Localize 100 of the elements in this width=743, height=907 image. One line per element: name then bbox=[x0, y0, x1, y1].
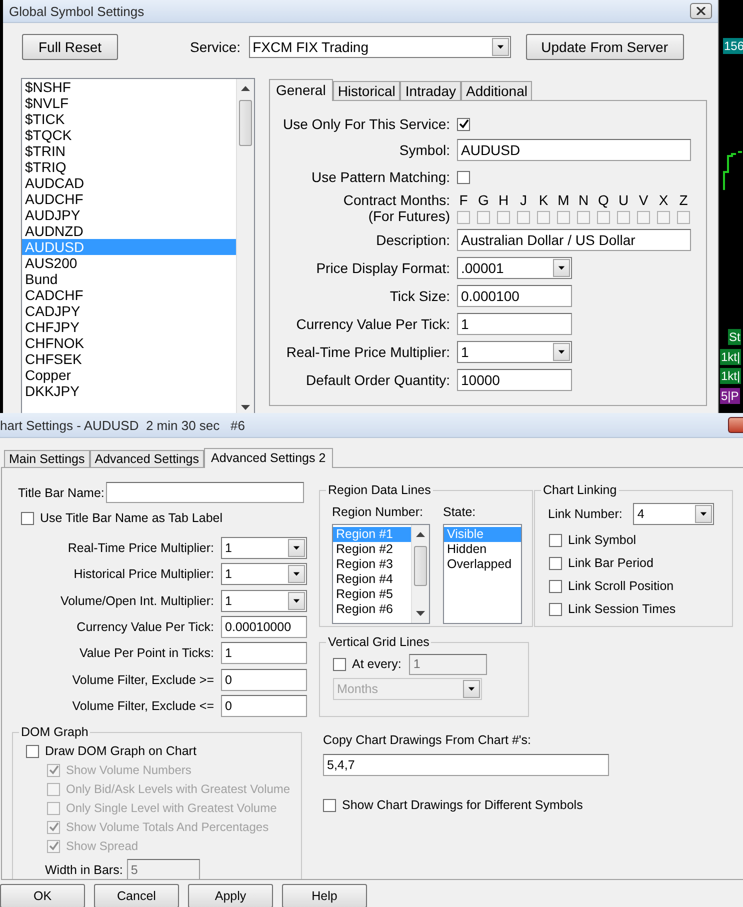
symbol-item[interactable]: AUDCAD bbox=[22, 175, 236, 191]
checkbox[interactable] bbox=[497, 211, 510, 224]
tab[interactable]: General bbox=[269, 79, 333, 101]
checkbox[interactable] bbox=[597, 211, 610, 224]
dialog-button[interactable]: OK bbox=[0, 884, 85, 907]
checkbox-label: Show Volume Numbers bbox=[66, 763, 192, 778]
dropdown[interactable]: 1 bbox=[221, 537, 307, 560]
symbol-item[interactable]: $NVLF bbox=[22, 95, 236, 111]
checkbox[interactable] bbox=[457, 170, 470, 184]
symbol-item[interactable]: $TRIN bbox=[22, 143, 236, 159]
symbol-item[interactable]: AUDCHF bbox=[22, 191, 236, 207]
dropdown[interactable]: 1 bbox=[221, 563, 307, 586]
checkbox[interactable] bbox=[657, 211, 670, 224]
symbol-item[interactable]: AUDJPY bbox=[22, 207, 236, 223]
field-label: Volume/Open Int. Multiplier: bbox=[60, 594, 214, 608]
close-button[interactable] bbox=[690, 3, 712, 19]
check-icon bbox=[48, 822, 58, 832]
checkbox[interactable] bbox=[617, 211, 630, 224]
checkbox[interactable] bbox=[577, 211, 590, 224]
region-item[interactable]: Region #2 bbox=[333, 542, 411, 557]
symbol-item[interactable]: Bund bbox=[22, 271, 236, 287]
symbol-item[interactable]: $TRIQ bbox=[22, 159, 236, 175]
text-field[interactable]: AUDUSD bbox=[457, 139, 691, 161]
checkbox[interactable] bbox=[457, 118, 470, 130]
symbol-item[interactable]: $TICK bbox=[22, 111, 236, 127]
checkbox[interactable] bbox=[323, 798, 336, 812]
field-label: Volume Filter, Exclude <= bbox=[72, 698, 214, 713]
symbol-item[interactable]: CADCHF bbox=[22, 287, 236, 303]
dialog-button[interactable]: Apply bbox=[188, 884, 273, 907]
tab[interactable]: Historical bbox=[332, 81, 400, 100]
text-field[interactable]: 5,4,7 bbox=[323, 754, 609, 776]
checkbox[interactable] bbox=[457, 211, 470, 224]
dropdown[interactable]: 1 bbox=[221, 590, 307, 612]
text-field[interactable]: 0 bbox=[221, 668, 307, 691]
checkbox[interactable] bbox=[517, 211, 530, 224]
region-item[interactable]: Region #6 bbox=[333, 602, 411, 617]
scrollbar[interactable] bbox=[236, 79, 254, 413]
region-item[interactable]: Region #3 bbox=[333, 557, 411, 572]
checkbox[interactable] bbox=[549, 602, 562, 616]
text-field[interactable]: 0 bbox=[221, 694, 307, 717]
checkbox[interactable] bbox=[549, 556, 562, 570]
scroll-thumb[interactable] bbox=[414, 546, 427, 586]
state-item[interactable]: Hidden bbox=[444, 542, 521, 557]
text-field[interactable]: Australian Dollar / US Dollar bbox=[457, 229, 691, 251]
text-field[interactable]: 10000 bbox=[457, 369, 572, 391]
dropdown[interactable]: .00001 bbox=[457, 257, 572, 279]
checkbox[interactable] bbox=[549, 580, 562, 592]
scroll-up-icon[interactable] bbox=[416, 531, 425, 537]
dialog-button[interactable]: Cancel bbox=[94, 884, 179, 907]
region-item[interactable]: Region #4 bbox=[333, 572, 411, 587]
tab[interactable]: Main Settings bbox=[4, 450, 90, 467]
service-dropdown[interactable]: FXCM FIX Trading bbox=[248, 36, 511, 58]
checkbox[interactable] bbox=[477, 211, 490, 224]
scroll-down-icon[interactable] bbox=[416, 611, 425, 617]
tab[interactable]: Additional bbox=[460, 81, 532, 100]
tab[interactable]: Advanced Settings bbox=[90, 450, 204, 467]
text-field[interactable]: 1 bbox=[221, 642, 307, 664]
symbol-item[interactable]: AUS200 bbox=[22, 255, 236, 271]
scroll-up-icon[interactable] bbox=[241, 85, 250, 91]
checkbox[interactable] bbox=[21, 512, 34, 524]
checkbox-label: At every: bbox=[352, 657, 402, 671]
month-letter: N bbox=[578, 192, 589, 208]
checkbox[interactable] bbox=[537, 211, 550, 224]
tab[interactable]: Intraday bbox=[400, 81, 461, 100]
update-from-server-button[interactable]: Update From Server bbox=[526, 34, 684, 60]
symbol-item[interactable]: CHFNOK bbox=[22, 335, 236, 351]
text-field[interactable]: 0.000100 bbox=[457, 285, 572, 307]
state-item[interactable]: Overlapped bbox=[444, 557, 521, 572]
scrollbar[interactable] bbox=[411, 525, 429, 623]
scroll-down-icon[interactable] bbox=[241, 405, 250, 411]
tab[interactable]: Advanced Settings 2 bbox=[204, 448, 333, 468]
month-letter: Z bbox=[679, 192, 688, 208]
text-field[interactable]: 1 bbox=[457, 313, 572, 335]
caret-icon bbox=[463, 680, 480, 698]
check-icon bbox=[458, 119, 468, 129]
dropdown[interactable]: 1 bbox=[457, 341, 572, 363]
symbol-item[interactable]: $NSHF bbox=[22, 79, 236, 95]
checkbox[interactable] bbox=[677, 211, 690, 224]
symbol-item[interactable]: CHFSEK bbox=[22, 351, 236, 367]
checkbox[interactable] bbox=[26, 744, 39, 758]
symbol-item[interactable]: CHFJPY bbox=[22, 319, 236, 335]
symbol-item[interactable]: CADJPY bbox=[22, 303, 236, 319]
full-reset-button[interactable]: Full Reset bbox=[22, 34, 118, 60]
dropdown[interactable]: 4 bbox=[633, 503, 714, 525]
month-letter: V bbox=[638, 192, 648, 208]
month-letter: Q bbox=[598, 192, 609, 208]
symbol-item[interactable]: Copper bbox=[22, 367, 236, 383]
close-button[interactable] bbox=[728, 417, 743, 433]
field-label: Currency Value Per Tick: bbox=[76, 620, 214, 634]
symbol-item[interactable]: DKKJPY bbox=[22, 383, 236, 399]
dialog-button[interactable]: Help bbox=[282, 884, 367, 907]
checkbox[interactable] bbox=[557, 211, 570, 224]
scroll-thumb[interactable] bbox=[239, 100, 252, 146]
title-bar-name-field[interactable] bbox=[106, 482, 304, 503]
symbol-item[interactable]: $TQCK bbox=[22, 127, 236, 143]
region-item[interactable]: Region #5 bbox=[333, 587, 411, 602]
symbol-item[interactable]: AUDNZD bbox=[22, 223, 236, 239]
text-field[interactable]: 0.00010000 bbox=[221, 616, 307, 638]
checkbox[interactable] bbox=[549, 534, 562, 546]
checkbox[interactable] bbox=[637, 211, 650, 224]
